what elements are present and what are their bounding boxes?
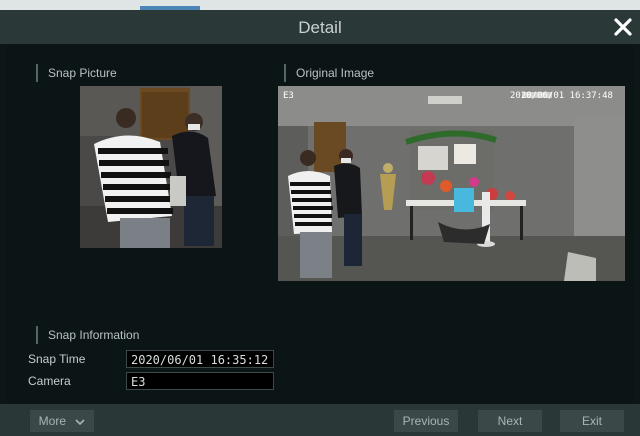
top-strip: [0, 0, 640, 10]
title-bar: Detail: [0, 10, 640, 44]
original-image-heading: Original Image: [284, 64, 375, 82]
snap-information-label: Snap Information: [48, 328, 140, 342]
chevron-down-icon: [75, 411, 85, 433]
original-image-frame: E3 2020/06/01 16:37:48: [278, 86, 625, 281]
section-divider: [36, 64, 38, 82]
osd-camera-name: E3: [283, 91, 294, 101]
snap-picture-label: Snap Picture: [48, 66, 117, 80]
snap-picture[interactable]: [80, 86, 222, 248]
snap-picture-heading: Snap Picture: [36, 64, 117, 82]
osd-timestamp: 2020/06/01 16:37:48: [510, 91, 613, 101]
original-image[interactable]: E3 2020/06/01 16:37:48: [278, 86, 625, 281]
dialog-content: Snap Picture Original Image E3 2020/06/0…: [6, 44, 634, 404]
detail-dialog: Detail Snap Picture Original Image E3 20…: [0, 0, 640, 436]
section-divider: [284, 64, 286, 82]
next-button[interactable]: Next: [478, 410, 542, 432]
snap-time-field: 2020/06/01 16:35:12: [126, 350, 274, 368]
exit-button[interactable]: Exit: [560, 410, 624, 432]
close-icon[interactable]: [612, 16, 634, 38]
more-label: More: [38, 414, 66, 428]
more-dropdown-button[interactable]: More: [30, 410, 94, 432]
original-image-label: Original Image: [296, 66, 375, 80]
snap-time-label: Snap Time: [28, 352, 86, 366]
camera-label: Camera: [28, 374, 71, 388]
snap-picture-image: [80, 86, 222, 248]
previous-button[interactable]: Previous: [394, 410, 458, 432]
dialog-title: Detail: [298, 18, 342, 37]
section-divider: [36, 326, 38, 344]
snap-information-heading: Snap Information: [36, 326, 140, 344]
dialog-footer: More Previous Next Exit: [0, 404, 640, 436]
close-icon-glyph: [614, 18, 632, 36]
camera-field: E3: [126, 372, 274, 390]
